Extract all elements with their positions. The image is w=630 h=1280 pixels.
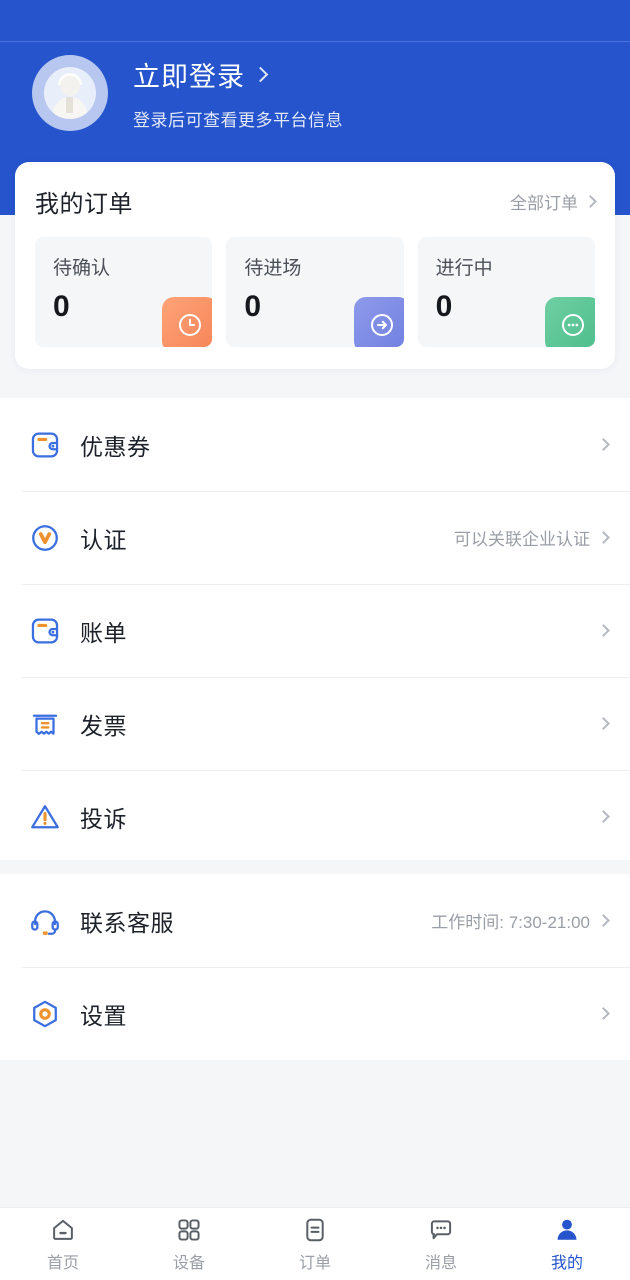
chevron-right-icon	[252, 66, 269, 83]
home-icon	[49, 1215, 77, 1245]
menu-item-right	[590, 438, 610, 451]
menu-item-right	[590, 810, 610, 823]
tab-label: 我的	[550, 1255, 583, 1272]
order-doc-icon	[301, 1215, 329, 1245]
menu-item-certification[interactable]: 认证 可以关联企业认证	[0, 491, 630, 584]
clock-icon	[162, 297, 213, 347]
chevron-right-icon	[597, 624, 610, 637]
tab-label: 设备	[172, 1255, 205, 1272]
menu-item-label: 账单	[80, 619, 127, 646]
menu-item-hint: 可以关联企业认证	[454, 530, 590, 549]
person-icon	[553, 1215, 581, 1245]
status-bar	[0, 0, 630, 41]
bottom-tab-bar: 首页 设备 订单 消息 我的	[0, 1207, 630, 1280]
profile-text: 立即登录 登录后可查看更多平台信息	[133, 55, 343, 131]
login-subtitle: 登录后可查看更多平台信息	[133, 111, 343, 130]
chevron-right-icon	[597, 1007, 610, 1020]
settings-hexagon-icon	[22, 997, 68, 1031]
headset-icon	[22, 904, 68, 938]
menu-group-primary: 优惠券 认证 可以关联企业认证 账单 发票 投诉	[0, 398, 630, 863]
ellipsis-circle-icon	[544, 297, 595, 347]
tab-devices[interactable]: 设备	[126, 1208, 252, 1280]
chevron-right-icon	[597, 717, 610, 730]
menu-item-label: 认证	[80, 526, 127, 553]
avatar[interactable]	[32, 55, 108, 131]
menu-item-label: 联系客服	[80, 909, 174, 936]
menu-item-label: 发票	[80, 712, 127, 739]
menu-item-label: 设置	[80, 1002, 127, 1029]
warning-triangle-icon	[22, 800, 68, 834]
menu-item-right	[590, 624, 610, 637]
tab-mine[interactable]: 我的	[504, 1208, 630, 1280]
receipt-icon	[22, 707, 68, 741]
grid-icon	[175, 1215, 203, 1245]
all-orders-label: 全部订单	[510, 194, 578, 213]
tab-label: 消息	[424, 1255, 457, 1272]
menu-item-complaint[interactable]: 投诉	[0, 770, 630, 863]
chevron-right-icon	[597, 810, 610, 823]
menu-item-right	[590, 717, 610, 730]
login-entry[interactable]: 立即登录 登录后可查看更多平台信息	[0, 42, 630, 131]
menu-item-invoice[interactable]: 发票	[0, 677, 630, 770]
order-stat-pending-entry[interactable]: 待进场 0	[226, 237, 404, 347]
bottom-filler	[0, 1066, 630, 1207]
order-stat-label: 待进场	[244, 258, 302, 279]
menu-item-right: 工作时间: 7:30-21:00	[431, 908, 610, 933]
order-stat-pending-confirm[interactable]: 待确认 0	[35, 237, 213, 347]
tab-label: 首页	[46, 1255, 79, 1272]
my-orders-title: 我的订单	[35, 191, 133, 218]
order-stat-label: 待确认	[53, 258, 111, 279]
app-root: 立即登录 登录后可查看更多平台信息 我的订单 全部订单 待确认 0 待进场 0 …	[0, 0, 630, 1280]
login-title-row[interactable]: 立即登录	[133, 55, 343, 94]
menu-item-label: 优惠券	[80, 433, 151, 460]
menu-item-label: 投诉	[80, 805, 127, 832]
arrow-right-circle-icon	[353, 297, 404, 347]
menu-item-right: 可以关联企业认证	[454, 525, 610, 550]
menu-item-hint: 工作时间: 7:30-21:00	[431, 913, 590, 932]
chevron-right-icon	[597, 914, 610, 927]
tab-orders[interactable]: 订单	[252, 1208, 378, 1280]
chevron-right-icon	[597, 531, 610, 544]
menu-item-settings[interactable]: 设置	[0, 967, 630, 1060]
menu-item-bills[interactable]: 账单	[0, 584, 630, 677]
menu-group-support: 联系客服 工作时间: 7:30-21:00 设置	[0, 874, 630, 1060]
tab-label: 订单	[298, 1255, 331, 1272]
user-avatar-placeholder-icon	[44, 67, 96, 119]
order-stat-in-progress[interactable]: 进行中 0	[417, 237, 595, 347]
chevron-right-icon	[584, 195, 597, 208]
my-orders-header: 我的订单 全部订单	[35, 184, 597, 219]
menu-item-contact-service[interactable]: 联系客服 工作时间: 7:30-21:00	[0, 874, 630, 967]
tab-home[interactable]: 首页	[0, 1208, 126, 1280]
section-gap	[0, 860, 630, 874]
order-stat-label: 进行中	[435, 258, 493, 279]
chevron-right-icon	[597, 438, 610, 451]
order-stats-row: 待确认 0 待进场 0 进行中 0	[35, 237, 595, 347]
menu-item-right	[590, 1007, 610, 1020]
wallet-icon	[22, 614, 68, 648]
chat-bubble-icon	[427, 1215, 455, 1245]
wallet-icon	[22, 428, 68, 462]
login-title: 立即登录	[133, 62, 245, 92]
my-orders-card: 我的订单 全部订单 待确认 0 待进场 0 进行中 0	[15, 162, 615, 369]
all-orders-link[interactable]: 全部订单	[510, 189, 597, 214]
verified-badge-icon	[22, 521, 68, 555]
tab-messages[interactable]: 消息	[378, 1208, 504, 1280]
menu-item-coupons[interactable]: 优惠券	[0, 398, 630, 491]
